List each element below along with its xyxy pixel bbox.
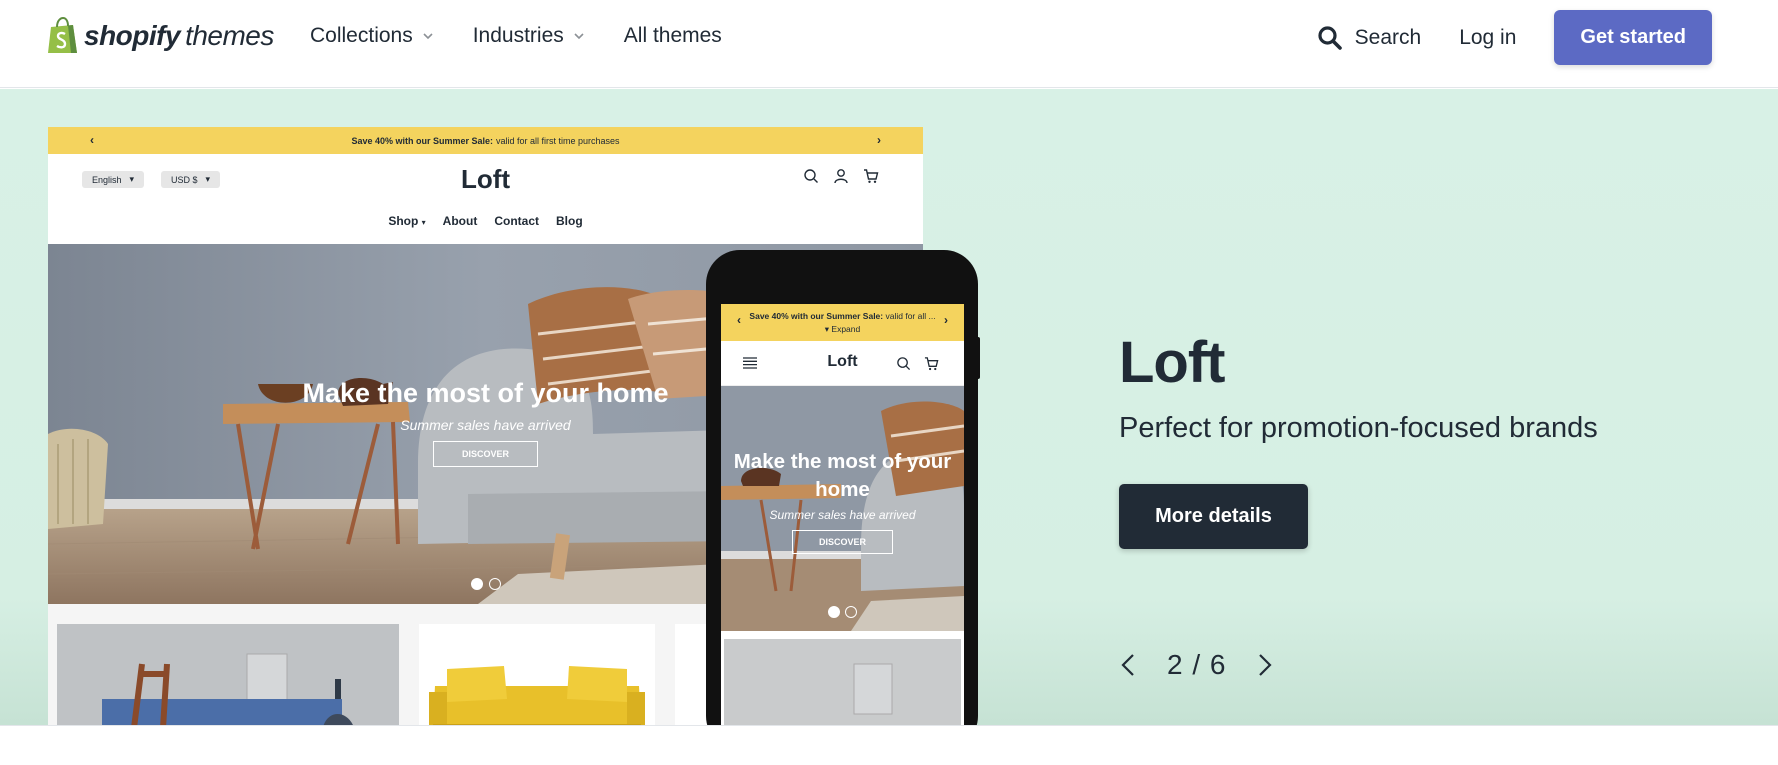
account-icon [834,169,848,184]
store-menu-about: About [442,214,478,228]
product-tile-sofa [419,624,655,725]
slide-dot-active [470,578,483,590]
slide-dot [488,578,501,590]
theme-tagline: Perfect for promotion-focused brands [1119,412,1598,444]
search-button[interactable]: Search [1317,25,1422,51]
announcement-bar: ‹ Save 40% with our Summer Sale: valid fo… [48,127,923,154]
store-menu-blog: Blog [556,214,583,228]
get-started-button[interactable]: Get started [1554,10,1712,65]
more-details-button[interactable]: More details [1119,484,1308,549]
store-menu-shop: Shop ▾ [388,214,425,228]
store-menu: Shop ▾ About Contact Blog [48,214,923,228]
mobile-store-header: Loft [721,341,964,386]
mobile-hero-title: Make the most of your home [733,450,952,501]
chevron-down-icon [423,33,433,40]
mobile-hero-text: Make the most of your home Summer sales … [721,448,964,554]
mobile-announce-bold: Save 40% with our Summer Sale: [749,311,884,321]
nav-all-themes[interactable]: All themes [624,24,722,48]
mobile-preview[interactable]: ‹ Save 40% with our Summer Sale: valid f… [706,250,978,725]
store-menu-contact: Contact [494,214,539,228]
chevron-right-icon: › [877,133,881,147]
mobile-hero-subtitle: Summer sales have arrived [769,508,916,522]
caret-down-icon: ▾ [824,324,830,334]
mobile-screen: ‹ Save 40% with our Summer Sale: valid f… [721,304,964,725]
pager-count: 2 / 6 [1167,649,1227,680]
search-icon [897,357,911,371]
discover-button: DISCOVER [432,441,538,467]
theme-title: Loft [1119,330,1225,395]
store-menu-shop-label: Shop [388,214,419,228]
product-photo [853,663,893,715]
logo-text-light: themes [185,20,274,51]
announce-text: valid for all first time purchases [496,135,620,146]
next-arrow-icon[interactable] [1256,652,1274,678]
slide-dot [845,606,857,618]
main-menu: Collections Industries All themes [310,24,722,48]
page-below-fold [0,725,1778,765]
previous-arrow-icon[interactable] [1119,652,1137,678]
phone-side-button [976,337,980,379]
product-tile-chair [57,624,399,725]
search-label: Search [1354,25,1422,49]
mobile-discover-button: DISCOVER [791,530,893,554]
mobile-product-tile [724,639,961,725]
announce-bold: Save 40% with our Summer Sale: [351,135,493,146]
store-header: English ▾ USD $ ▾ Loft Shop ▾ About Contac… [48,154,923,244]
nav-actions: Search Log in Get started [1317,10,1712,65]
search-icon [1318,25,1342,50]
blue-chair-photo [102,653,353,725]
nav-industries[interactable]: Industries [473,24,584,48]
nav-collections[interactable]: Collections [310,24,433,48]
chevron-left-icon: ‹ [737,313,741,327]
expand-link: Expand [831,324,861,334]
mobile-announcement-bar: ‹ Save 40% with our Summer Sale: valid f… [721,304,964,341]
logo-text-bold: shopify [84,20,181,51]
nav-all-themes-label: All themes [623,24,722,47]
theme-hero-carousel: ‹ Save 40% with our Summer Sale: valid fo… [0,89,1778,725]
slide-dot-active [828,606,840,618]
shopify-bag-icon [46,16,80,55]
cart-icon [864,169,879,183]
mobile-hero-image: Make the most of your home Summer sales … [721,386,964,631]
caret-down-icon: ▾ [421,218,426,227]
cart-icon [924,357,939,371]
nav-collections-label: Collections [310,24,413,47]
chevron-down-icon [574,33,584,40]
store-logo: Loft [460,164,511,194]
login-link[interactable]: Log in [1459,26,1516,50]
theme-info: Loft Perfect for promotion-focused brand… [1119,329,1598,445]
carousel-pager: 2 / 6 [1119,649,1274,681]
yellow-sofa-photo [429,666,645,725]
search-icon [804,169,818,183]
mobile-announce-text: valid for all ... [885,311,936,321]
shopify-themes-logo[interactable]: shopify themes [46,16,274,56]
chevron-right-icon: › [944,313,948,327]
mobile-slide-indicators [721,606,964,618]
chevron-left-icon: ‹ [90,133,94,147]
top-navigation: shopify themes Collections Industries All… [0,0,1778,88]
nav-industries-label: Industries [472,24,564,47]
store-header-icons [803,168,879,184]
